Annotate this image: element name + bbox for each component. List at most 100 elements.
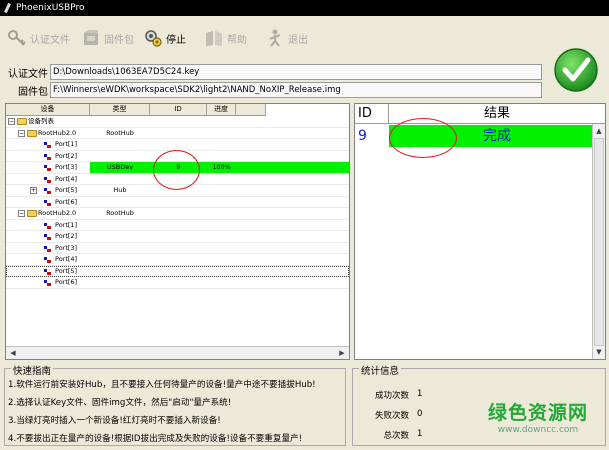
vertical-scrollbar[interactable]: ▲ ▼ [592, 124, 605, 359]
certificate-row: 认证文件 D:\Downloads\1063EA7D5C24.key [0, 62, 542, 82]
device-cell: Port[3] [6, 162, 90, 173]
row-filler [236, 243, 349, 254]
device-progress [207, 151, 236, 162]
scroll-right-icon[interactable]: ▶ [336, 348, 348, 359]
device-name: Port[1] [55, 220, 78, 229]
table-row[interactable]: − RootHub2.0 RootHub [6, 208, 349, 220]
help-button[interactable]: 帮助 [204, 27, 247, 49]
row-filler [236, 128, 349, 139]
device-id [150, 266, 207, 277]
device-cell: Port[4] [6, 254, 90, 265]
device-name: RootHub2.0 [38, 128, 77, 137]
device-name: Port[4] [55, 174, 78, 183]
package-icon [81, 28, 101, 48]
device-table-header: 设备 类型 ID 进度 [6, 104, 266, 116]
device-cell: Port[6] [6, 277, 90, 288]
statistics-title: 统计信息 [359, 363, 402, 377]
device-cell: Port[1] [6, 139, 90, 150]
device-name: Port[6] [55, 278, 78, 286]
table-row[interactable]: Port[5] [6, 265, 349, 277]
table-row[interactable]: Port[1] [6, 220, 349, 231]
device-id [150, 243, 207, 254]
device-type: USBDev [90, 162, 150, 173]
usb-port-icon [44, 142, 51, 148]
device-name: Port[2] [55, 232, 78, 240]
device-progress [207, 277, 236, 288]
table-row[interactable]: Port[2] [6, 231, 349, 243]
device-cell: Port[5] [6, 266, 90, 277]
device-id [150, 220, 207, 231]
scroll-up-icon[interactable]: ▲ [593, 125, 605, 137]
device-id [150, 139, 207, 150]
header-device[interactable]: 设备 [6, 104, 90, 115]
device-cell: Port[2] [6, 151, 90, 162]
device-progress [207, 254, 236, 265]
scroll-thumb[interactable] [594, 138, 604, 346]
device-cell: Port[1] [6, 220, 90, 231]
device-name: Port[1] [55, 140, 78, 148]
tree-expander-icon[interactable]: + [30, 187, 37, 194]
stop-button[interactable]: 停止 [143, 27, 186, 49]
table-row[interactable]: Port[4] [6, 254, 349, 266]
device-cell: Port[6] [6, 197, 90, 208]
success-count-row: 成功次数 1 [363, 389, 422, 401]
device-name: Port[3] [55, 163, 78, 171]
firmware-label: 固件包 [104, 34, 134, 46]
device-id [150, 231, 207, 242]
exit-person-icon [265, 28, 285, 48]
table-row[interactable]: − 设备列表 [6, 116, 349, 128]
key-icon [7, 28, 27, 48]
certificate-path-field[interactable]: D:\Downloads\1063EA7D5C24.key [50, 64, 542, 80]
device-name: Port[3] [55, 243, 78, 252]
device-tree-table: 设备 类型 ID 进度 − 设备列表 − RootHub2.0 RootHub Port[… [5, 103, 350, 360]
result-header-id[interactable]: ID [355, 104, 389, 123]
table-row[interactable]: Port[6] [6, 197, 349, 208]
stop-label: 停止 [166, 34, 186, 46]
status-check-icon [553, 46, 599, 94]
table-row[interactable]: Port[6] [6, 277, 349, 289]
toolbar: 认证文件 固件包 停止 帮助 退出 [0, 17, 609, 59]
header-type[interactable]: 类型 [90, 104, 150, 115]
tree-expander-icon[interactable]: − [18, 210, 25, 217]
row-filler [236, 208, 349, 219]
device-name: Port[5] [55, 186, 78, 194]
exit-button[interactable]: 退出 [265, 27, 308, 49]
device-progress [207, 116, 236, 127]
device-progress [207, 174, 236, 185]
fail-label: 失败次数 [374, 411, 409, 421]
device-type [90, 174, 150, 185]
header-id[interactable]: ID [150, 104, 207, 115]
device-cell: Port[3] [6, 243, 90, 254]
firmware-path-field[interactable]: F:\Winners\eWDK\workspace\SDK2\light2\NA… [50, 82, 542, 98]
certificate-button[interactable]: 认证文件 [7, 27, 70, 49]
tree-expander-icon[interactable]: − [8, 118, 15, 125]
device-id [150, 197, 207, 208]
folder-icon [27, 210, 37, 217]
book-icon [204, 28, 224, 48]
device-id [150, 116, 207, 127]
usb-port-icon [44, 234, 51, 240]
folder-icon [17, 118, 27, 125]
row-filler [236, 231, 349, 242]
table-row[interactable]: − RootHub2.0 RootHub [6, 128, 349, 139]
guide-line-1: 1.软件运行前安装好Hub，且不要接入任何待量产的设备!量产中途不要插拔Hub! [8, 380, 316, 390]
device-name: Port[6] [55, 197, 78, 206]
row-filler [236, 151, 349, 162]
device-progress [207, 185, 236, 196]
firmware-field-label: 固件包 [18, 86, 48, 98]
scroll-left-icon[interactable]: ◀ [7, 348, 19, 359]
row-filler [236, 254, 349, 265]
scroll-down-icon[interactable]: ▼ [593, 346, 605, 358]
device-name: Port[4] [55, 255, 78, 263]
window-title: PhoenixUSBPro [16, 3, 85, 13]
table-row[interactable]: Port[1] [6, 139, 349, 151]
horizontal-scrollbar[interactable]: ◀ ▶ [6, 346, 349, 359]
table-row[interactable]: Port[3] [6, 243, 349, 254]
usb-port-icon [44, 245, 51, 252]
device-cell: Port[4] [6, 174, 90, 185]
device-type [90, 277, 150, 288]
device-progress [207, 220, 236, 231]
tree-expander-icon[interactable]: − [18, 129, 25, 137]
header-progress[interactable]: 进度 [207, 104, 236, 115]
firmware-button[interactable]: 固件包 [81, 27, 134, 49]
